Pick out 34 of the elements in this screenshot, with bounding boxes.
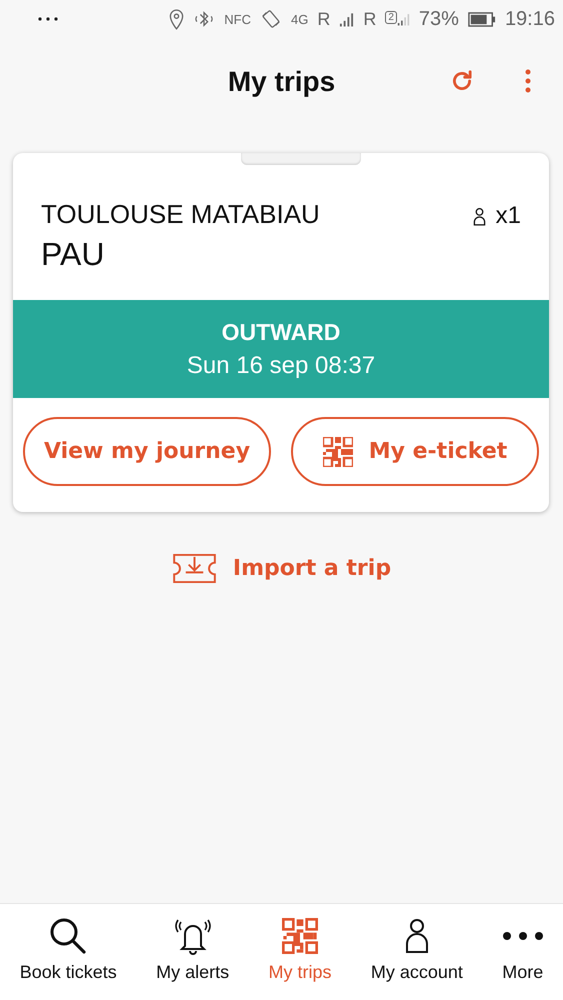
bluetooth-icon <box>193 10 216 28</box>
direction-label: OUTWARD <box>222 318 340 346</box>
sim-number: 2 <box>385 11 397 24</box>
nav-tab[interactable]: More <box>502 904 544 1000</box>
person-icon <box>472 206 486 226</box>
destination-station: PAU <box>41 236 106 273</box>
vibrate-icon <box>260 8 282 30</box>
e-ticket-button[interactable]: My e-ticket <box>291 417 539 486</box>
qr-code-icon <box>280 916 320 956</box>
more-icon <box>38 17 58 21</box>
nfc-label: NFC <box>224 12 251 26</box>
nav-tab[interactable]: Book tickets <box>20 904 117 1000</box>
more-icon <box>502 932 543 940</box>
signal-icon <box>396 11 410 27</box>
clock: 19:16 <box>504 8 555 30</box>
nav-tab[interactable]: My trips <box>268 904 332 1000</box>
view-journey-button[interactable]: View my journey <box>23 417 271 486</box>
page-title: My trips <box>228 66 336 98</box>
menu-icon[interactable] <box>525 69 531 93</box>
search-icon <box>48 916 88 956</box>
battery-icon <box>468 12 496 26</box>
origin-station: TOULOUSE MATABIAU <box>41 199 320 230</box>
roaming-label: R <box>317 8 330 30</box>
battery-percent: 73% <box>418 8 459 30</box>
roaming-label: R <box>363 8 376 30</box>
location-icon <box>169 8 184 30</box>
nav-tab[interactable]: My account <box>370 904 463 1000</box>
nav-tab[interactable]: My alerts <box>156 904 230 1000</box>
import-trip-button[interactable]: Import a trip <box>166 552 398 585</box>
network-label: 4G <box>291 12 308 26</box>
departure-time: Sun 16 sep 08:37 <box>186 352 376 380</box>
passenger-count: x1 <box>496 202 521 230</box>
ticket-download-icon <box>172 553 217 584</box>
qr-code-icon <box>322 436 353 466</box>
